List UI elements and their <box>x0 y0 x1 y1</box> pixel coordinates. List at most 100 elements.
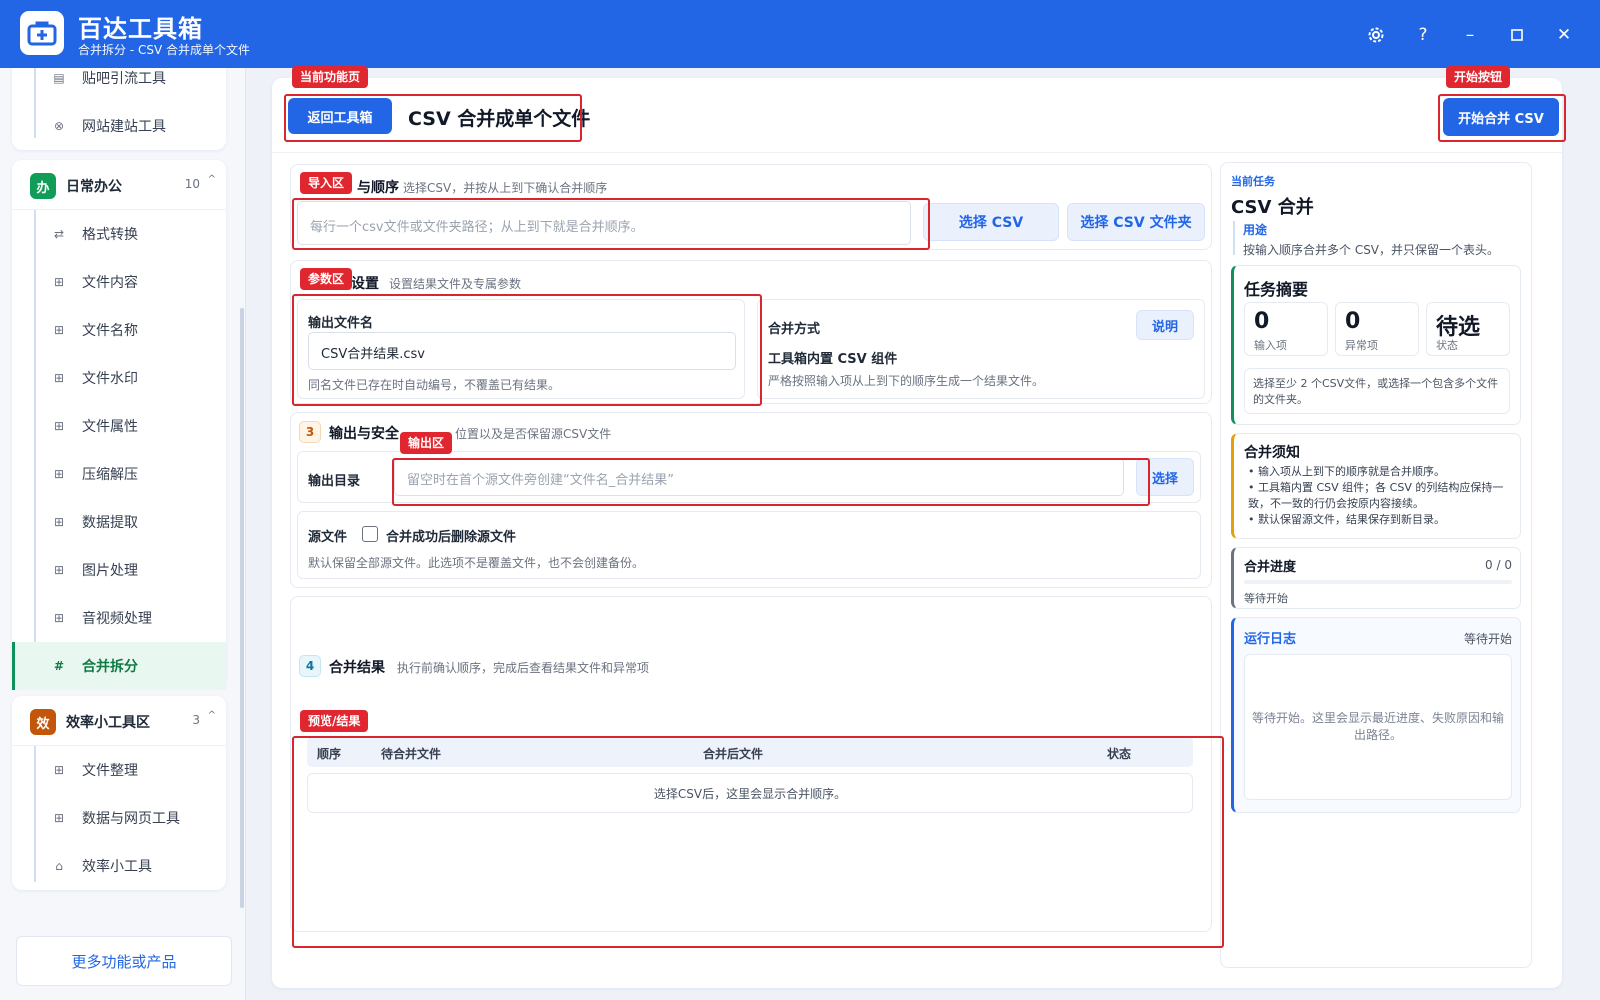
sidebar-item-label: 文件内容 <box>82 275 138 291</box>
section-desc: 位置以及是否保留源CSV文件 <box>455 427 612 441</box>
output-filename-input[interactable]: CSV合并结果.csv <box>308 332 736 370</box>
sidebar-scrollbar[interactable] <box>240 308 244 908</box>
back-to-toolbox-button[interactable]: 返回工具箱 <box>288 98 392 134</box>
method-help-button[interactable]: 说明 <box>1136 310 1194 340</box>
notice-item: • 输入项从上到下的顺序就是合并顺序。 <box>1248 465 1445 478</box>
main-panel: 返回工具箱 CSV 合并成单个文件 开始合并 CSV 与顺序 选择CSV，并按从… <box>272 78 1562 988</box>
sidebar-item-file-attr[interactable]: ⊞ 文件属性 <box>12 402 226 450</box>
swap-icon: ⇄ <box>53 227 65 241</box>
delete-source-checkbox[interactable] <box>362 526 378 542</box>
task-kicker: 当前任务 <box>1231 175 1275 188</box>
group-header[interactable]: 办 日常办公 10 ^ <box>12 160 226 210</box>
result-section: 4 合并结果 执行前确认顺序，完成后查看结果文件和异常项 顺序 待合并文件 合并… <box>290 596 1212 932</box>
sidebar-item-efficiency-tools[interactable]: ⌂ 效率小工具 <box>12 842 226 890</box>
sidebar-item-image[interactable]: ⊞ 图片处理 <box>12 546 226 594</box>
purpose-text: 按输入顺序合并多个 CSV，并只保留一个表头。 <box>1243 243 1500 257</box>
grid-icon: ⊞ <box>53 275 65 289</box>
sidebar-item-format-convert[interactable]: ⇄ 格式转换 <box>12 210 226 258</box>
annotation-tag-output: 输出区 <box>400 432 453 454</box>
log-card: 运行日志 等待开始 等待开始。这里会显示最近进度、失败原因和输出路径。 <box>1231 617 1521 813</box>
sidebar-item-label: 合并拆分 <box>82 659 138 675</box>
select-csv-folder-button[interactable]: 选择 CSV 文件夹 <box>1067 203 1205 241</box>
result-table-empty: 选择CSV后，这里会显示合并顺序。 <box>307 773 1193 813</box>
group-office: 办 日常办公 10 ^ ⇄ 格式转换 ⊞ 文件内容 ⊞ 文件名称 ⊞ 文件水印 ⊞ 文件属… <box>12 160 226 690</box>
notice-item: • 默认保留源文件，结果保存到新目录。 <box>1248 513 1445 526</box>
group-efficiency: 效 效率小工具区 3 ^ ⊞ 文件整理 ⊞ 数据与网页工具 ⌂ 效率小工具 <box>12 696 226 890</box>
select-csv-button[interactable]: 选择 CSV <box>923 203 1059 241</box>
filename-hint: 同名文件已存在时自动编号，不覆盖已有结果。 <box>308 378 561 392</box>
annotation-tag-params: 参数区 <box>300 268 353 290</box>
source-label: 源文件 <box>308 530 348 545</box>
grid-icon: ⊞ <box>53 563 65 577</box>
notice-title: 合并须知 <box>1244 445 1300 461</box>
sidebar-item-merge-split[interactable]: # 合并拆分 <box>12 642 226 690</box>
grid-icon: ⊞ <box>53 419 65 433</box>
sidebar-item-file-content[interactable]: ⊞ 文件内容 <box>12 258 226 306</box>
import-section: 与顺序 选择CSV，并按从上到下确认合并顺序 每行一个csv文件或文件夹路径；从… <box>290 164 1212 250</box>
result-table-header: 顺序 待合并文件 合并后文件 状态 <box>307 737 1193 767</box>
grid-icon: ⊞ <box>53 371 65 385</box>
method-label: 合并方式 <box>768 322 821 337</box>
col-source-files: 待合并文件 <box>381 747 442 761</box>
grid-icon: ⊞ <box>53 323 65 337</box>
csv-paths-textarea[interactable]: 每行一个csv文件或文件夹路径；从上到下就是合并顺序。 <box>297 201 911 245</box>
gear-icon[interactable] <box>1361 20 1391 50</box>
sidebar-item-watermark[interactable]: ⊞ 文件水印 <box>12 354 226 402</box>
group-badge: 办 <box>30 173 56 199</box>
output-dir-input[interactable]: 留空时在首个源文件旁创建“文件名_合并结果” <box>394 458 1124 496</box>
grid-icon: ⊞ <box>53 515 65 529</box>
chevron-up-icon[interactable]: ^ <box>208 710 216 721</box>
help-icon[interactable]: ? <box>1408 20 1438 50</box>
sidebar-item-file-organize[interactable]: ⊞ 文件整理 <box>12 746 226 794</box>
progress-title: 合并进度 <box>1244 560 1297 575</box>
stat-input-count: 0 输入项 <box>1244 302 1328 356</box>
section-title: 输出与安全 <box>329 426 399 442</box>
stat-status: 待选 状态 <box>1426 302 1510 356</box>
log-status: 等待开始 <box>1463 632 1512 646</box>
summary-title: 任务摘要 <box>1244 280 1309 299</box>
group-title: 效率小工具区 <box>66 715 150 731</box>
app-window: 百达工具箱 合并拆分 - CSV 合并成单个文件 ? – ✕ ▤ 贴吧引流工具 … <box>0 0 1600 1000</box>
close-icon[interactable]: ✕ <box>1549 20 1579 50</box>
progress-bar-track <box>1244 580 1512 584</box>
sidebar-item-website[interactable]: ⊗ 网站建站工具 <box>12 102 226 150</box>
sidebar-item-data-extract[interactable]: ⊞ 数据提取 <box>12 498 226 546</box>
minimize-icon[interactable]: – <box>1455 20 1485 50</box>
section-title: 合并结果 <box>329 660 385 676</box>
source-hint: 默认保留全部源文件。此选项不是覆盖文件，也不会创建备份。 <box>308 556 645 570</box>
col-order: 顺序 <box>317 747 342 761</box>
sidebar-item-label: 音视频处理 <box>82 611 152 627</box>
notice-text: 默认保留源文件，结果保存到新目录。 <box>1258 513 1445 526</box>
section-number: 4 <box>299 655 321 677</box>
more-products-button[interactable]: 更多功能或产品 <box>16 936 232 986</box>
sidebar-item-label: 压缩解压 <box>82 467 138 483</box>
delete-source-label[interactable]: 合并成功后删除源文件 <box>386 526 516 545</box>
params-section: 设置 设置结果文件及专属参数 输出文件名 CSV合并结果.csv 同名文件已存在… <box>290 260 1212 404</box>
sidebar-item-label: 数据与网页工具 <box>82 811 180 827</box>
document-icon: ▤ <box>53 71 65 85</box>
sidebar-item-data-web[interactable]: ⊞ 数据与网页工具 <box>12 794 226 842</box>
progress-card: 合并进度 0 / 0 等待开始 <box>1231 547 1521 609</box>
notice-text: 输入项从上到下的顺序就是合并顺序。 <box>1258 465 1445 478</box>
notice-text: 工具箱内置 CSV 组件；各 CSV 的列结构应保持一致，不一致的行仍会按原内容… <box>1248 481 1504 510</box>
start-merge-button[interactable]: 开始合并 CSV <box>1443 98 1559 136</box>
output-dir-select-button[interactable]: 选择 <box>1136 458 1194 496</box>
chevron-up-icon[interactable]: ^ <box>208 174 216 185</box>
method-hint: 严格按照输入项从上到下的顺序生成一个结果文件。 <box>768 374 1045 388</box>
page-title: CSV 合并成单个文件 <box>408 108 591 130</box>
sidebar-item-av[interactable]: ⊞ 音视频处理 <box>12 594 226 642</box>
app-subtitle: 合并拆分 - CSV 合并成单个文件 <box>78 43 250 57</box>
sidebar-item-file-name[interactable]: ⊞ 文件名称 <box>12 306 226 354</box>
grid-icon: ⊞ <box>53 763 65 777</box>
source-file-row: 源文件 合并成功后删除源文件 默认保留全部源文件。此选项不是覆盖文件，也不会创建… <box>297 511 1201 579</box>
merge-method-card: 合并方式 说明 工具箱内置 CSV 组件 严格按照输入项从上到下的顺序生成一个结… <box>757 299 1205 399</box>
sidebar-item-tieba[interactable]: ▤ 贴吧引流工具 <box>12 68 226 102</box>
group-header[interactable]: 效 效率小工具区 3 ^ <box>12 696 226 746</box>
method-value: 工具箱内置 CSV 组件 <box>768 352 898 367</box>
group-count: 3 <box>192 713 200 727</box>
maximize-icon[interactable] <box>1502 20 1532 50</box>
grid-icon: ⊞ <box>53 811 65 825</box>
output-filename-card: 输出文件名 CSV合并结果.csv 同名文件已存在时自动编号，不覆盖已有结果。 <box>297 299 745 399</box>
purpose-bar <box>1233 221 1235 255</box>
sidebar-item-compress[interactable]: ⊞ 压缩解压 <box>12 450 226 498</box>
